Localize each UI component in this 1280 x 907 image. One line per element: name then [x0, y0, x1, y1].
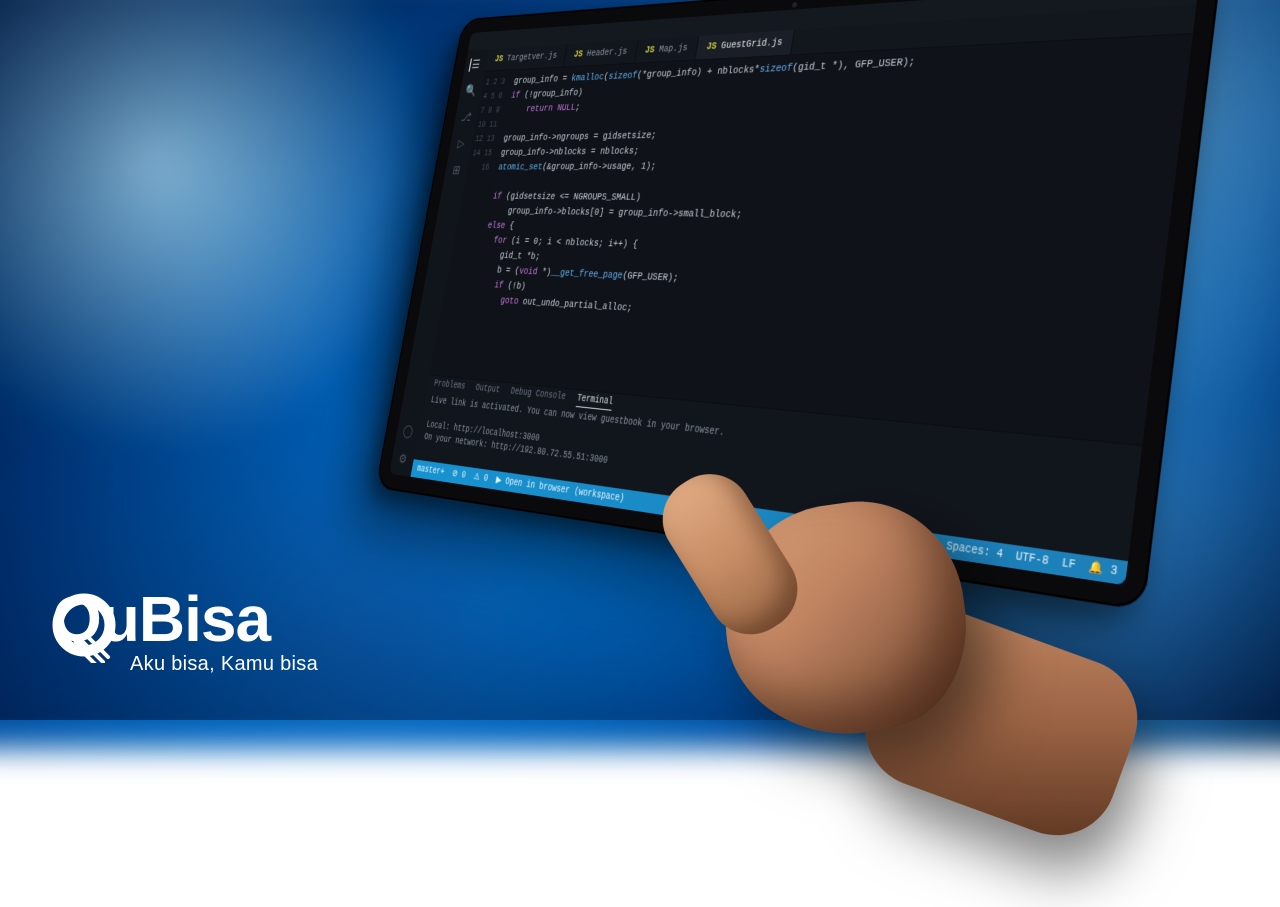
- status-encoding[interactable]: UTF-8: [1015, 551, 1050, 569]
- status-cursor-position[interactable]: Ln 19, Col 22: [857, 528, 935, 551]
- explorer-icon[interactable]: ☰: [468, 58, 482, 72]
- code-editor-app: ⧉ ▢ ⋯ ☰ 🔍 ⎇ ▷ ⊞ ◯ ⚙ JSTargetver.jsJSHead…: [389, 0, 1199, 586]
- source-control-icon[interactable]: ⎇: [460, 111, 472, 125]
- debug-icon[interactable]: ▷: [455, 137, 467, 150]
- split-editor-icon[interactable]: ▢: [1153, 0, 1165, 2]
- open-external-icon[interactable]: ⧉: [1134, 0, 1143, 3]
- code-content[interactable]: group_info = kmalloc(sizeof(*group_info)…: [456, 34, 1193, 445]
- status-branch[interactable]: master+: [416, 464, 445, 478]
- status-errors[interactable]: ⊘ 0: [451, 468, 466, 481]
- editor-tab[interactable]: JSTargetver.js: [485, 44, 567, 70]
- qubisa-logo: QuBisa Aku bisa, Kamu bisa: [52, 587, 318, 676]
- status-eol[interactable]: LF: [1061, 557, 1076, 572]
- editor-tab[interactable]: JSMap.js: [634, 36, 699, 63]
- panel-tab[interactable]: Output: [474, 384, 500, 399]
- panel-tab[interactable]: Problems: [433, 379, 466, 395]
- tablet-camera: [792, 2, 798, 8]
- js-file-icon: JS: [494, 54, 504, 64]
- tablet-device: ⧉ ▢ ⋯ ☰ 🔍 ⎇ ▷ ⊞ ◯ ⚙ JSTargetver.jsJSHead…: [375, 0, 1222, 611]
- panel-tab[interactable]: Debug Console: [509, 387, 566, 406]
- logo-tagline: Aku bisa, Kamu bisa: [130, 653, 318, 676]
- panel-tab[interactable]: Terminal: [576, 394, 614, 411]
- extensions-icon[interactable]: ⊞: [450, 164, 462, 177]
- status-indentation[interactable]: Spaces: 4: [946, 541, 1004, 562]
- status-bell-icon[interactable]: 🔔 3: [1088, 561, 1118, 580]
- account-icon[interactable]: ◯: [402, 424, 415, 439]
- settings-gear-icon[interactable]: ⚙: [396, 452, 409, 467]
- status-warnings[interactable]: ⚠ 0: [473, 472, 489, 485]
- search-icon[interactable]: 🔍: [465, 84, 477, 98]
- js-file-icon: JS: [644, 45, 655, 56]
- logo-q-icon: [50, 593, 120, 663]
- js-file-icon: JS: [706, 41, 718, 53]
- editor-area[interactable]: 1 2 3 4 5 6 7 8 9 10 11 12 13 14 15 16 g…: [429, 34, 1193, 445]
- js-file-icon: JS: [573, 49, 584, 60]
- editor-tab[interactable]: JSHeader.js: [564, 40, 639, 67]
